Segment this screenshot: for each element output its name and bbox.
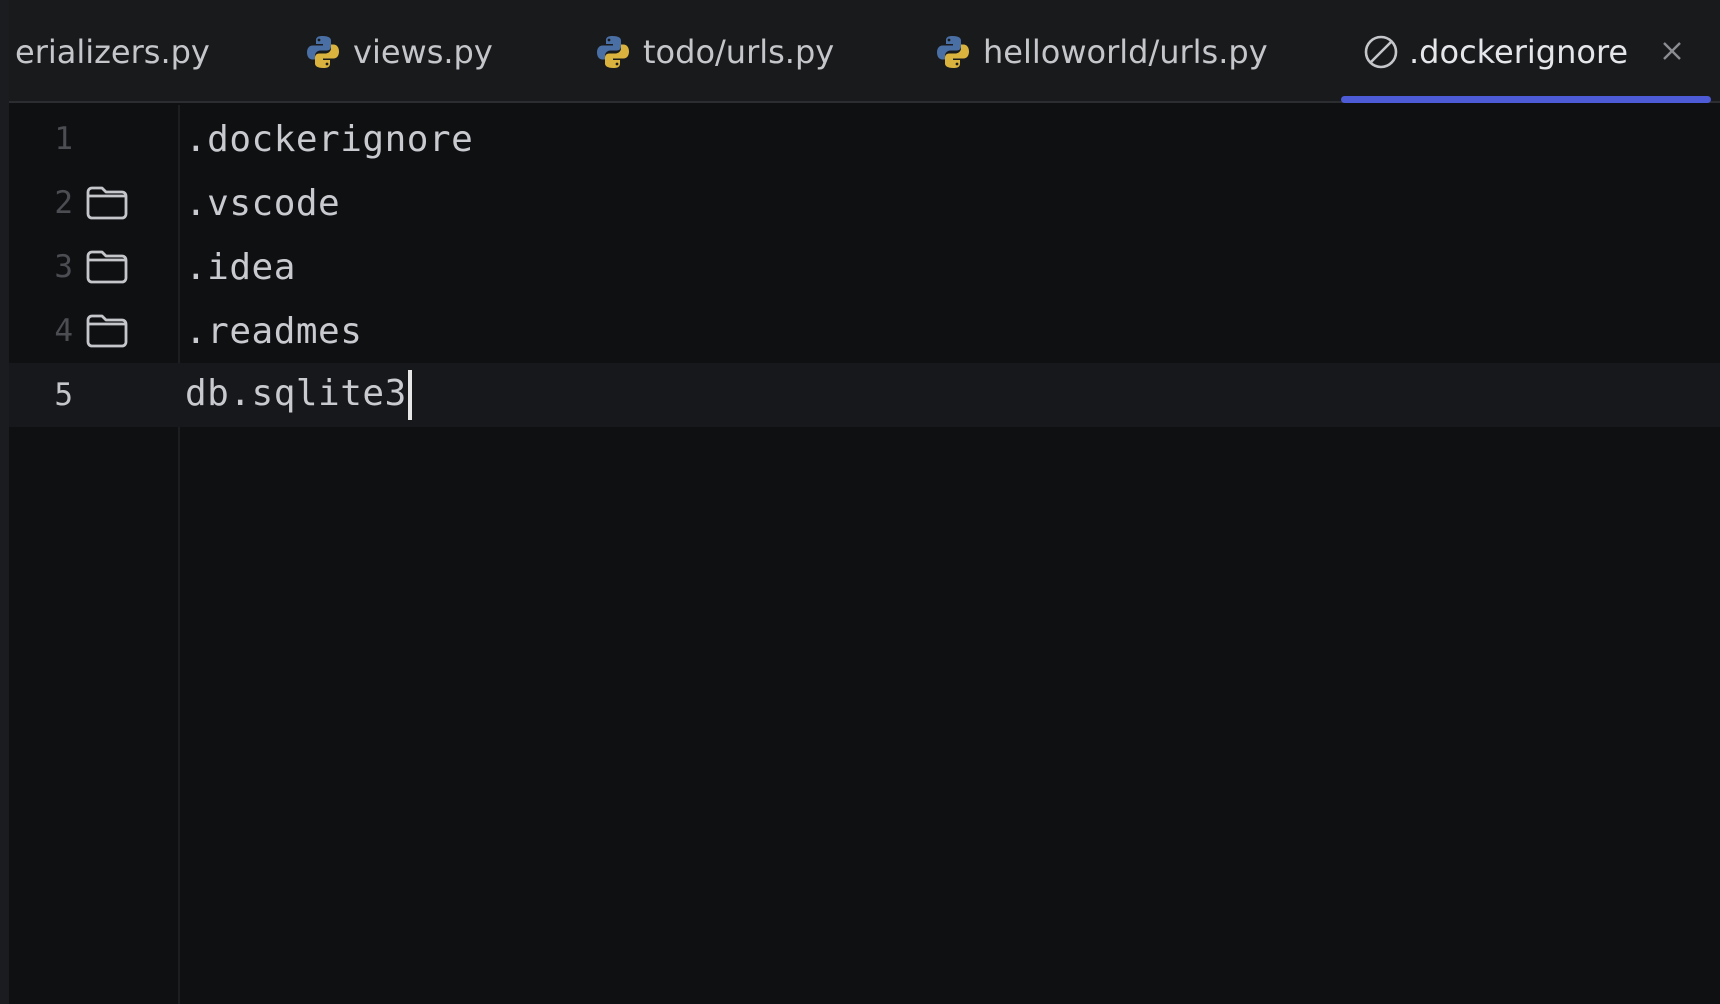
folder-icon [86, 186, 128, 220]
python-icon [307, 35, 339, 68]
line-text-wrapper: db.sqlite3 [185, 370, 412, 420]
editor-line[interactable]: 2 .vscode [9, 171, 1720, 235]
tab-todo-urls[interactable]: todo/urls.py [595, 0, 834, 103]
tab-label: helloworld/urls.py [983, 32, 1268, 71]
line-number: 2 [54, 185, 73, 221]
close-icon[interactable] [1657, 36, 1687, 66]
tab-dockerignore[interactable]: .dockerignore [1363, 0, 1628, 103]
editor-line[interactable]: 1 .dockerignore [9, 107, 1720, 171]
line-number: 4 [54, 313, 73, 349]
folder-icon [86, 314, 128, 348]
python-icon [597, 35, 629, 68]
folder-icon [86, 250, 128, 284]
line-number: 5 [54, 377, 73, 413]
python-icon [937, 35, 969, 68]
line-number: 3 [54, 249, 73, 285]
line-text: db.sqlite3 [185, 373, 407, 414]
line-text: .dockerignore [185, 118, 474, 160]
active-tab-indicator [1341, 96, 1711, 103]
line-number: 1 [54, 121, 73, 157]
ignore-file-icon [1364, 35, 1398, 68]
editor-tab-bar: erializers.py views.py todo/urls.py hell… [9, 0, 1720, 103]
text-caret [407, 370, 412, 420]
tab-label: views.py [353, 32, 493, 71]
tab-views[interactable]: views.py [305, 0, 493, 103]
window-edge [0, 0, 9, 1004]
line-text: .idea [185, 246, 296, 288]
tab-helloworld-urls[interactable]: helloworld/urls.py [935, 0, 1268, 103]
editor-line-current[interactable]: 5 db.sqlite3 [9, 363, 1720, 427]
line-text: .vscode [185, 182, 341, 224]
code-editor[interactable]: 1 .dockerignore 2 .vscode 3 .idea 4 .rea… [9, 105, 1720, 1004]
tab-serializers[interactable]: erializers.py [15, 0, 210, 103]
tab-label: erializers.py [15, 32, 210, 71]
tab-label: todo/urls.py [643, 32, 835, 71]
editor-line[interactable]: 3 .idea [9, 235, 1720, 299]
editor-line[interactable]: 4 .readmes [9, 299, 1720, 363]
tab-label: .dockerignore [1409, 32, 1629, 71]
line-text: .readmes [185, 310, 363, 352]
